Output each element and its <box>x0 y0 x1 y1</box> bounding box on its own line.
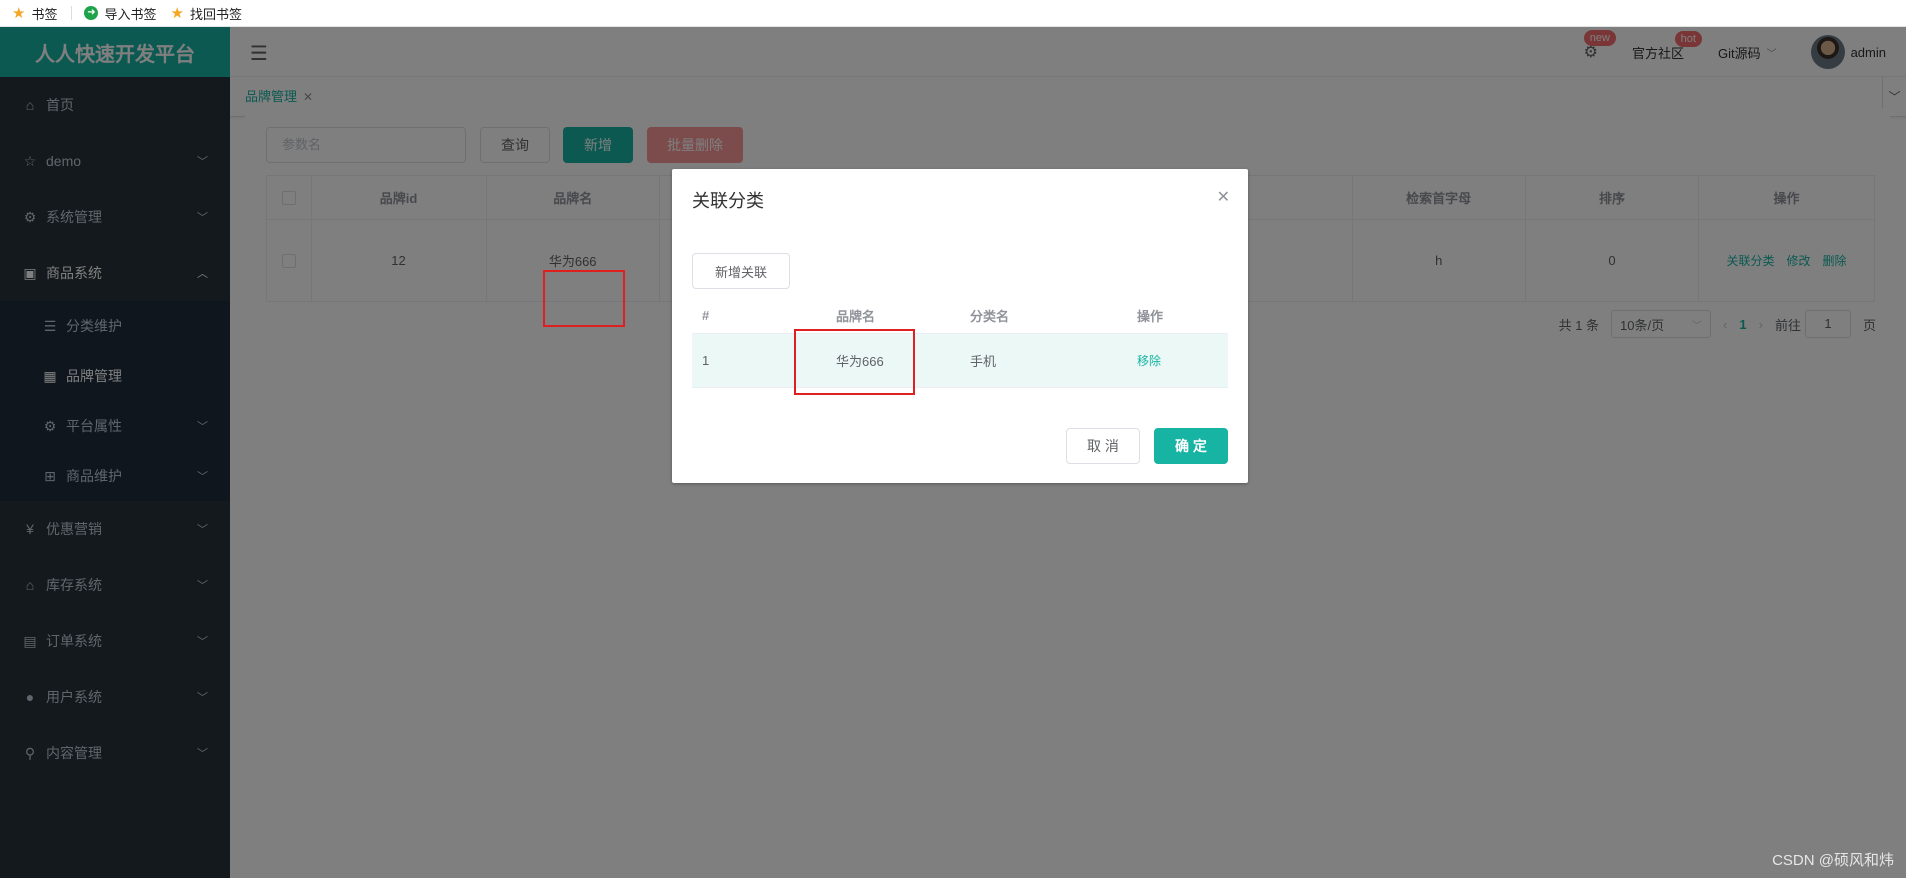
cancel-button[interactable]: 取 消 <box>1066 428 1140 464</box>
annotation-box <box>794 329 915 395</box>
relation-table: # 品牌名 分类名 操作 1 华为666 手机 移除 <box>692 298 1228 388</box>
table-header: # 品牌名 分类名 操作 <box>692 298 1228 334</box>
bookmark-label: 书签 <box>31 6 58 22</box>
col-header: # <box>702 308 710 323</box>
col-header: 操作 <box>1137 309 1164 324</box>
bookmark-label: 找回书签 <box>189 6 242 22</box>
annotation-box <box>543 270 625 327</box>
remove-button[interactable]: 移除 <box>1137 352 1228 369</box>
watermark: CSDN @硕风和炜 <box>1772 852 1894 869</box>
table-row: 1 华为666 手机 移除 <box>692 334 1228 388</box>
bookmark-bar: ★ 书签 ➜ 导入书签 ★ 找回书签 <box>0 0 1906 27</box>
bookmark-item[interactable]: ★ 书签 <box>12 4 57 23</box>
col-header: 品牌名 <box>836 309 876 324</box>
col-header: 分类名 <box>970 309 1010 324</box>
close-icon[interactable]: ✕ <box>1217 187 1230 207</box>
star-icon: ★ <box>12 4 26 22</box>
import-icon: ➜ <box>84 6 99 20</box>
add-relation-button[interactable]: 新增关联 <box>692 253 790 289</box>
bookmark-item[interactable]: ★ 找回书签 <box>170 4 241 23</box>
star-icon: ★ <box>170 4 184 22</box>
dialog-title: 关联分类 <box>692 191 764 211</box>
bookmark-label: 导入书签 <box>104 6 157 22</box>
divider <box>71 6 73 20</box>
cell-category-name: 手机 <box>970 354 997 369</box>
confirm-button[interactable]: 确 定 <box>1154 428 1228 464</box>
bookmark-item[interactable]: ➜ 导入书签 <box>84 4 156 23</box>
link-category-dialog: 关联分类 ✕ 新增关联 # 品牌名 分类名 操作 1 华为666 手机 移除 取… <box>672 169 1248 483</box>
